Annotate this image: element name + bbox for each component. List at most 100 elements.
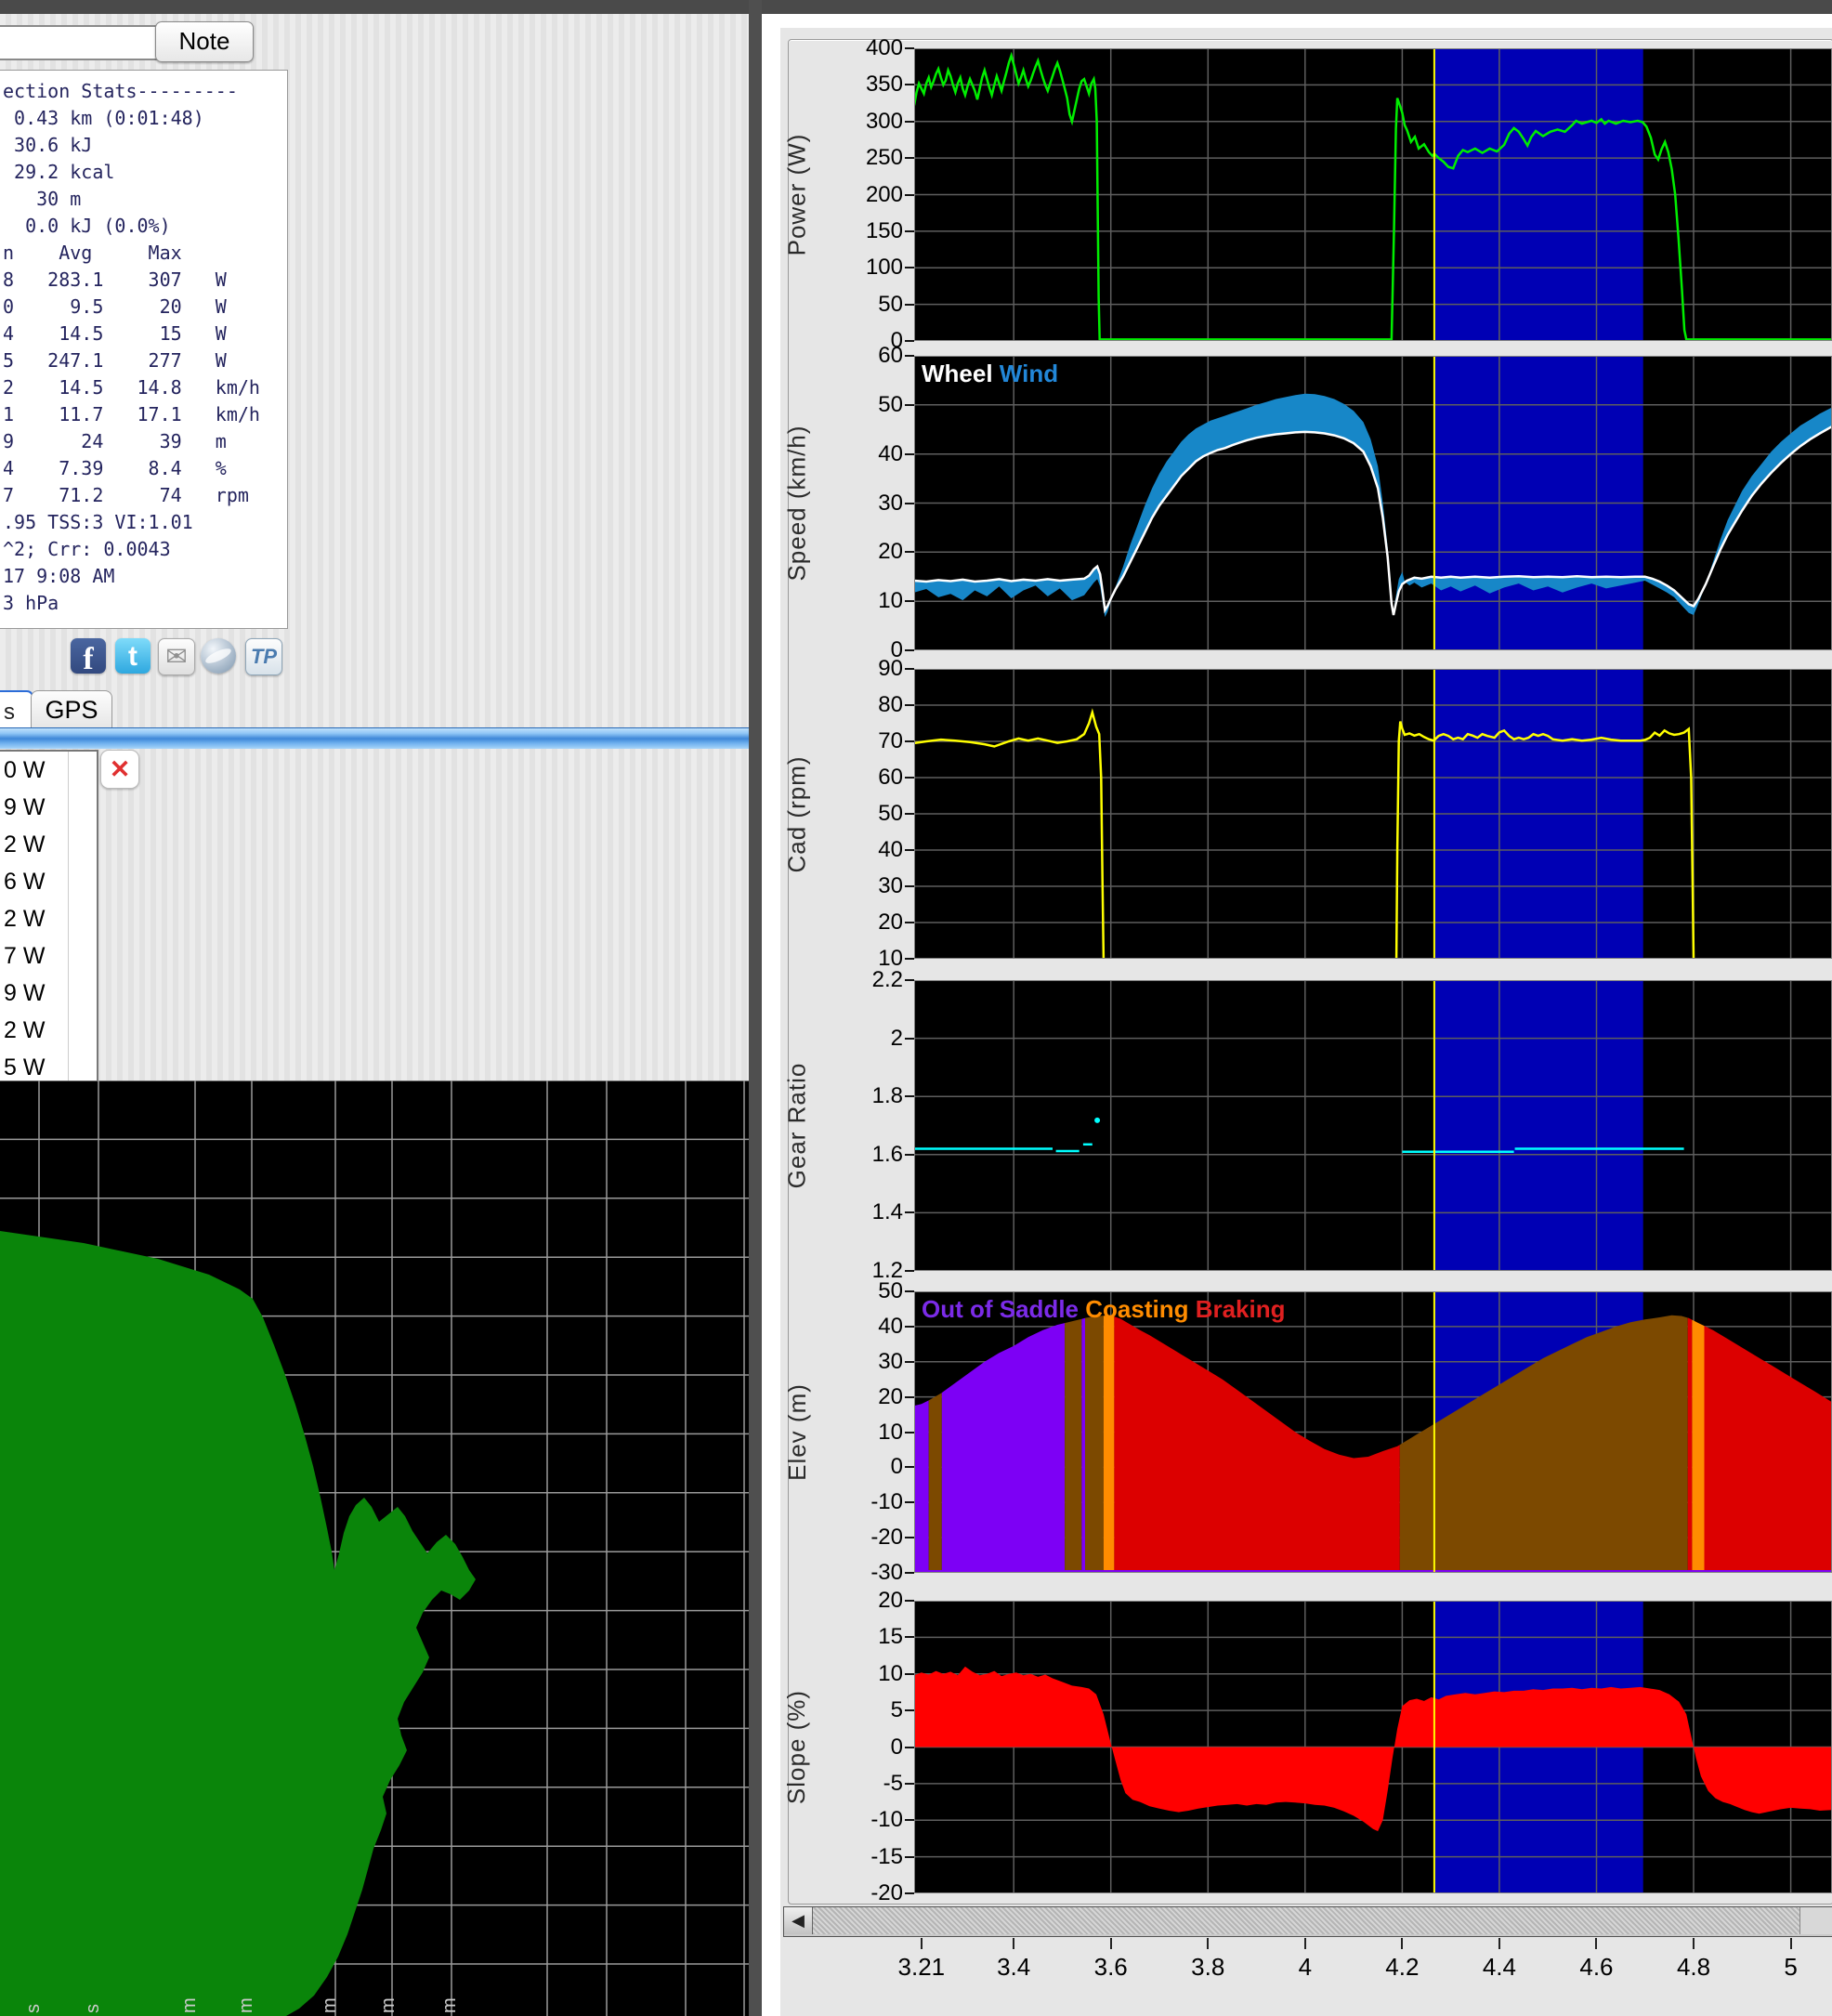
y-tick-mark [905, 1038, 914, 1040]
slope-chart[interactable] [914, 1601, 1832, 1893]
x-tick-label: 4.6 [1557, 1953, 1635, 1982]
interval-row[interactable]: 2 W [0, 900, 97, 937]
interval-row[interactable]: 2 W [0, 826, 97, 863]
y-tick-label: 250 [786, 145, 903, 171]
y-tick-label: 0 [786, 1735, 903, 1761]
horizontal-scrollbar[interactable]: ◀ [783, 1906, 1832, 1937]
y-tick-label: -20 [786, 1880, 903, 1906]
y-tick-label: 300 [786, 109, 903, 135]
y-tick-label: -5 [786, 1771, 903, 1797]
y-tick-mark [905, 84, 914, 85]
y-tick-mark [905, 1326, 914, 1328]
y-tick-label: 10 [786, 588, 903, 614]
y-tick-label: 1.4 [786, 1199, 903, 1225]
section-name-input[interactable] [0, 25, 158, 60]
y-tick-mark [905, 704, 914, 706]
y-tick-mark [905, 453, 914, 455]
y-tick-label: 20 [786, 539, 903, 565]
cad-chart[interactable] [914, 669, 1832, 959]
y-tick-mark [905, 1783, 914, 1785]
y-tick-mark [905, 1095, 914, 1097]
y-tick-mark [905, 1270, 914, 1272]
speed-chart[interactable]: Wheel Wind [914, 356, 1832, 650]
y-tick-label: -15 [786, 1844, 903, 1870]
app-window: Note ection Stats--------- 0.43 km (0:01… [0, 0, 1832, 2016]
y-tick-mark [905, 503, 914, 504]
interval-row[interactable]: 2 W [0, 1012, 97, 1049]
y-tick-label: 1.6 [786, 1142, 903, 1168]
y-tick-label: 30 [786, 873, 903, 899]
interval-row[interactable]: 6 W [0, 863, 97, 900]
scrollbar-track[interactable] [813, 1907, 1800, 1934]
x-tick-label: 3.4 [975, 1953, 1053, 1982]
y-tick-label: 200 [786, 182, 903, 208]
y-tick-mark [905, 600, 914, 602]
y-tick-label: 0 [786, 1454, 903, 1480]
y-tick-label: 50 [786, 392, 903, 418]
email-share-icon[interactable]: ✉ [158, 638, 195, 675]
elev-chart[interactable]: Out of Saddle Coasting Braking [914, 1291, 1832, 1573]
x-tick-mark [1013, 1938, 1014, 1949]
y-tick-mark [905, 979, 914, 981]
y-tick-label: 60 [786, 343, 903, 369]
x-tick-label: 4 [1266, 1953, 1344, 1982]
scrollbar-thumb[interactable] [1799, 1907, 1832, 1934]
google-earth-icon[interactable] [201, 638, 236, 674]
tab-stats-partial[interactable]: s [0, 690, 33, 729]
y-tick-mark [905, 1466, 914, 1468]
x-tick-mark [1790, 1938, 1792, 1949]
y-tick-mark [905, 740, 914, 742]
y-tick-label: 20 [786, 1588, 903, 1614]
meanmax-x-label: s [23, 2004, 44, 2013]
y-tick-mark [905, 121, 914, 123]
y-tick-mark [905, 777, 914, 779]
facebook-share-icon[interactable]: f [71, 638, 106, 674]
y-tick-label: 40 [786, 441, 903, 467]
y-tick-label: -30 [786, 1560, 903, 1586]
scroll-left-arrow-icon[interactable]: ◀ [784, 1907, 813, 1934]
y-tick-mark [905, 958, 914, 960]
y-tick-mark [905, 1747, 914, 1748]
y-tick-label: 350 [786, 72, 903, 98]
power-chart[interactable] [914, 48, 1832, 341]
y-tick-label: 40 [786, 1314, 903, 1340]
y-tick-mark [905, 1432, 914, 1433]
window-split-divider[interactable] [749, 0, 762, 2016]
meanmax-x-label: m [378, 1997, 399, 2013]
trainingpeaks-icon[interactable]: TP [245, 638, 282, 675]
y-tick-label: 30 [786, 1349, 903, 1375]
y-tick-label: 30 [786, 491, 903, 517]
y-tick-label: 100 [786, 255, 903, 281]
x-tick-mark [1110, 1938, 1112, 1949]
y-tick-label: 20 [786, 910, 903, 936]
interval-row[interactable]: 7 W [0, 937, 97, 975]
pane-divider [0, 727, 749, 749]
y-tick-label: 50 [786, 1278, 903, 1304]
note-button[interactable]: Note [155, 21, 254, 62]
interval-list[interactable]: 0 W9 W2 W6 W2 W7 W9 W2 W5 W [0, 750, 98, 1092]
twitter-share-icon[interactable]: t [115, 638, 150, 674]
x-tick-label: 3.6 [1072, 1953, 1150, 1982]
x-tick-mark [1595, 1938, 1597, 1949]
y-tick-mark [905, 1537, 914, 1538]
meanmax-x-label: s [83, 2004, 103, 2013]
interval-row[interactable]: 9 W [0, 975, 97, 1012]
delete-interval-button[interactable]: ✕ [100, 750, 139, 789]
gear-chart[interactable] [914, 980, 1832, 1271]
meanmax-chart[interactable]: ssmmmmm [0, 1080, 749, 2016]
y-tick-label: 90 [786, 656, 903, 682]
y-tick-label: 80 [786, 692, 903, 718]
y-tick-label: 50 [786, 292, 903, 318]
y-tick-label: 2.2 [786, 967, 903, 993]
tab-gps[interactable]: GPS [31, 690, 112, 728]
interval-row[interactable]: 0 W [0, 752, 97, 789]
x-tick-mark [1498, 1938, 1500, 1949]
meanmax-x-label: m [320, 1997, 340, 2013]
y-tick-mark [905, 1290, 914, 1292]
y-tick-label: 20 [786, 1384, 903, 1410]
y-tick-label: 1.8 [786, 1083, 903, 1109]
interval-row[interactable]: 9 W [0, 789, 97, 826]
speed-legend: Wheel Wind [922, 360, 1058, 387]
y-tick-mark [905, 340, 914, 342]
y-tick-mark [905, 47, 914, 49]
